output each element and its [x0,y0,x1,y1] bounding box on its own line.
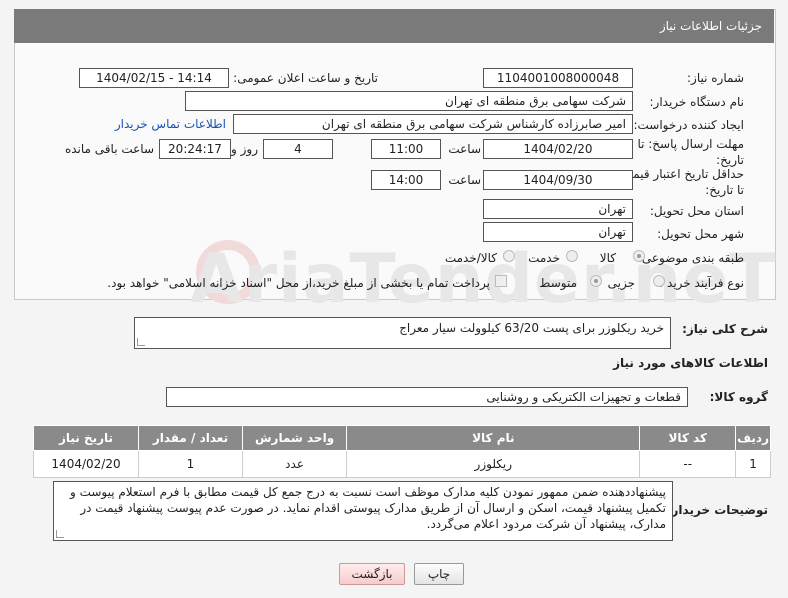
category-label: طبقه بندی موضوعی: [637,251,744,265]
contact-buyer-link[interactable]: اطلاعات تماس خریدار [115,117,226,131]
panel-title: جزئیات اطلاعات نیاز [659,19,762,33]
cell-code: -- [639,450,737,478]
deadline-time-field[interactable]: 11:00 [371,139,441,159]
col-header-unit: واحد شمارش [241,425,348,451]
category-option-service: خدمت [528,251,560,265]
buyer-notes-label: توضیحات خریدار: [666,503,768,517]
remaining-label: ساعت باقی مانده [64,142,154,156]
validity-date-field[interactable]: 1404/09/30 [483,170,633,190]
col-header-row-number: ردیف [735,425,771,451]
purchase-radio-minor[interactable] [653,275,665,287]
panel-header: جزئیات اطلاعات نیاز [14,9,774,43]
deadline-time-label: ساعت [448,142,481,156]
purchase-type-label: نوع فرآیند خرید : [659,276,744,290]
days-label: روز و [231,142,258,156]
validity-time-field[interactable]: 14:00 [371,170,441,190]
creator-label: ایجاد کننده درخواست: [633,118,744,132]
deadline-date-field[interactable]: 1404/02/20 [483,139,633,159]
col-header-quantity: تعداد / مقدار [138,425,243,451]
back-button[interactable]: بازگشت [339,563,405,585]
deadline-label: مهلت ارسال پاسخ: تا تاریخ: [637,137,744,167]
remaining-time-field: 20:24:17 [159,139,231,159]
goods-group-label: گروه کالا: [709,390,768,404]
table-row: 1 -- ریکلوزر عدد 1 1404/02/20 [32,450,771,478]
buyer-notes-field[interactable]: پیشنهاددهنده ضمن ممهور نمودن کلیه مدارک … [53,481,673,541]
creator-field: امیر صابرزاده کارشناس شرکت سهامی برق منط… [233,114,633,134]
buyer-org-field: شرکت سهامی برق منطقه ای تهران [185,91,633,111]
announce-field: 1404/02/15 - 14:14 [79,68,229,88]
cell-name: ریکلوزر [346,450,641,478]
purchase-radio-medium[interactable] [590,275,602,287]
need-number-label: شماره نیاز: [687,71,744,85]
treasury-note: پرداخت تمام یا بخشی از مبلغ خرید،از محل … [107,276,490,290]
goods-group-field: قطعات و تجهیزات الکتریکی و روشنایی [166,387,688,407]
description-label: شرح کلی نیاز: [682,322,768,336]
category-radio-both[interactable] [503,250,515,262]
validity-time-label: ساعت [448,173,481,187]
need-number-field: 1104001008000048 [483,68,633,88]
description-field[interactable]: خرید ریکلوزر برای پست 63/20 کیلوولت سیار… [134,317,671,349]
province-label: استان محل تحویل: [649,204,744,218]
purchase-option-medium: متوسط [539,276,577,290]
col-header-code: کد کالا [639,425,737,451]
announce-label: تاریخ و ساعت اعلان عمومی: [233,71,378,85]
city-label: شهر محل تحویل: [657,227,744,241]
table-header-row: ردیف کد کالا نام کالا واحد شمارش تعداد /… [32,425,771,451]
col-header-date: تاریخ نیاز [32,425,140,451]
cell-row-number: 1 [735,450,771,478]
treasury-checkbox[interactable] [495,275,507,287]
category-radio-service[interactable] [566,250,578,262]
goods-section-title: اطلاعات کالاهای مورد نیاز [613,356,768,370]
category-radio-goods[interactable] [633,250,645,262]
col-header-name: نام کالا [346,425,641,451]
cell-date: 1404/02/20 [32,450,140,478]
print-button[interactable]: چاپ [414,563,464,585]
city-field: تهران [483,222,633,242]
items-table: ردیف کد کالا نام کالا واحد شمارش تعداد /… [32,425,771,478]
category-option-goods: کالا [599,251,616,265]
cell-quantity: 1 [138,450,243,478]
days-field: 4 [263,139,333,159]
purchase-option-minor: جزیی [607,276,635,290]
province-field: تهران [483,199,633,219]
category-option-both: کالا/خدمت [444,251,497,265]
validity-label: حداقل تاریخ اعتبار قیمت: تا تاریخ: [617,167,744,197]
cell-unit: عدد [241,450,348,478]
buyer-org-label: نام دستگاه خریدار: [649,95,745,109]
